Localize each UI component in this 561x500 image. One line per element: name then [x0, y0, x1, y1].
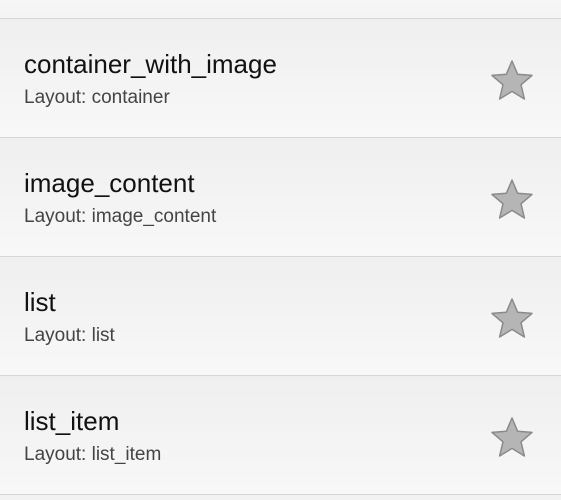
star-icon[interactable]	[490, 178, 534, 220]
divider	[0, 494, 561, 495]
star-icon[interactable]	[490, 297, 534, 339]
list-item-subtitle: Layout: list_item	[24, 444, 162, 465]
list-item-title: image_content	[24, 168, 195, 198]
list-item[interactable]: image_content Layout: image_content	[0, 138, 561, 256]
list-item[interactable]: list_item Layout: list_item	[0, 376, 561, 494]
list-item[interactable]: container_with_image Layout: container	[0, 19, 561, 137]
star-icon[interactable]	[490, 416, 534, 458]
layout-list: container_with_image Layout: container i…	[0, 0, 561, 500]
list-item-subtitle: Layout: list	[24, 325, 115, 346]
list-item-subtitle: Layout: container	[24, 87, 170, 108]
list-item-title: list_item	[24, 406, 120, 436]
star-icon[interactable]	[490, 59, 534, 101]
list-item-title: list	[24, 287, 56, 317]
list-item-title: container_with_image	[24, 49, 277, 79]
list-item-subtitle: Layout: image_content	[24, 206, 217, 227]
list-item[interactable]: list Layout: list	[0, 257, 561, 375]
list-top-edge	[0, 0, 561, 18]
